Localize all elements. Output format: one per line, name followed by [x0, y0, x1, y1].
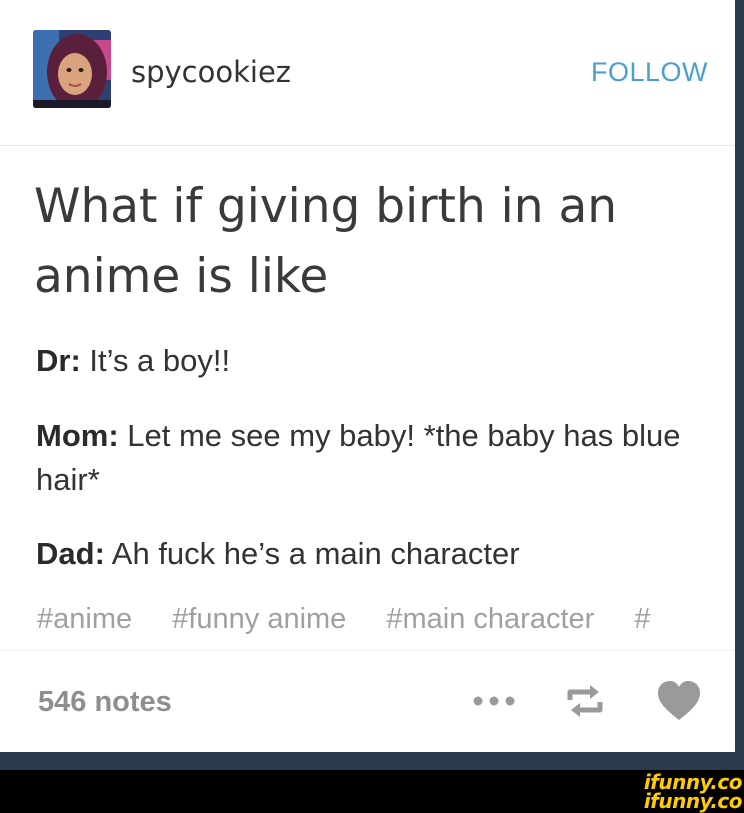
watermark: ifunny.co: [643, 789, 743, 813]
dialogue-text: It’s a boy!!: [80, 343, 231, 378]
footer-divider: [0, 650, 735, 651]
heart-icon[interactable]: [655, 678, 703, 724]
avatar-image: [33, 30, 111, 108]
tag-truncated[interactable]: #: [634, 603, 650, 635]
dialogue-line-dad: Dad: Ah fuck he’s a main character: [36, 532, 716, 576]
tag-list: #anime #funny anime #main character #: [37, 603, 727, 636]
tag-main-character[interactable]: #main character: [386, 603, 594, 635]
bottom-bar: [0, 770, 744, 813]
reblog-icon[interactable]: [562, 678, 608, 724]
post-card: spycookiez FOLLOW What if giving birth i…: [0, 0, 735, 752]
username[interactable]: spycookiez: [131, 55, 291, 89]
notes-count[interactable]: 546 notes: [38, 686, 172, 719]
post-header: spycookiez FOLLOW: [0, 0, 735, 146]
speaker-label: Dr:: [36, 343, 81, 378]
speaker-label: Mom:: [36, 418, 119, 453]
follow-button[interactable]: FOLLOW: [591, 57, 708, 88]
dialogue-line-dr: Dr: It’s a boy!!: [36, 339, 716, 383]
speaker-label: Dad:: [36, 536, 105, 571]
screenshot-frame: spycookiez FOLLOW What if giving birth i…: [0, 0, 744, 813]
dialogue-text: Ah fuck he’s a main character: [104, 536, 520, 571]
tag-funny-anime[interactable]: #funny anime: [172, 603, 346, 635]
avatar[interactable]: [33, 30, 111, 108]
post-title: What if giving birth in an anime is like: [34, 179, 618, 304]
tag-anime[interactable]: #anime: [37, 603, 132, 635]
dialogue-line-mom: Mom: Let me see my baby! *the baby has b…: [36, 414, 716, 502]
more-options-icon[interactable]: [470, 678, 518, 724]
dialogue-text: Let me see my baby! *the baby has blue h…: [36, 418, 681, 497]
